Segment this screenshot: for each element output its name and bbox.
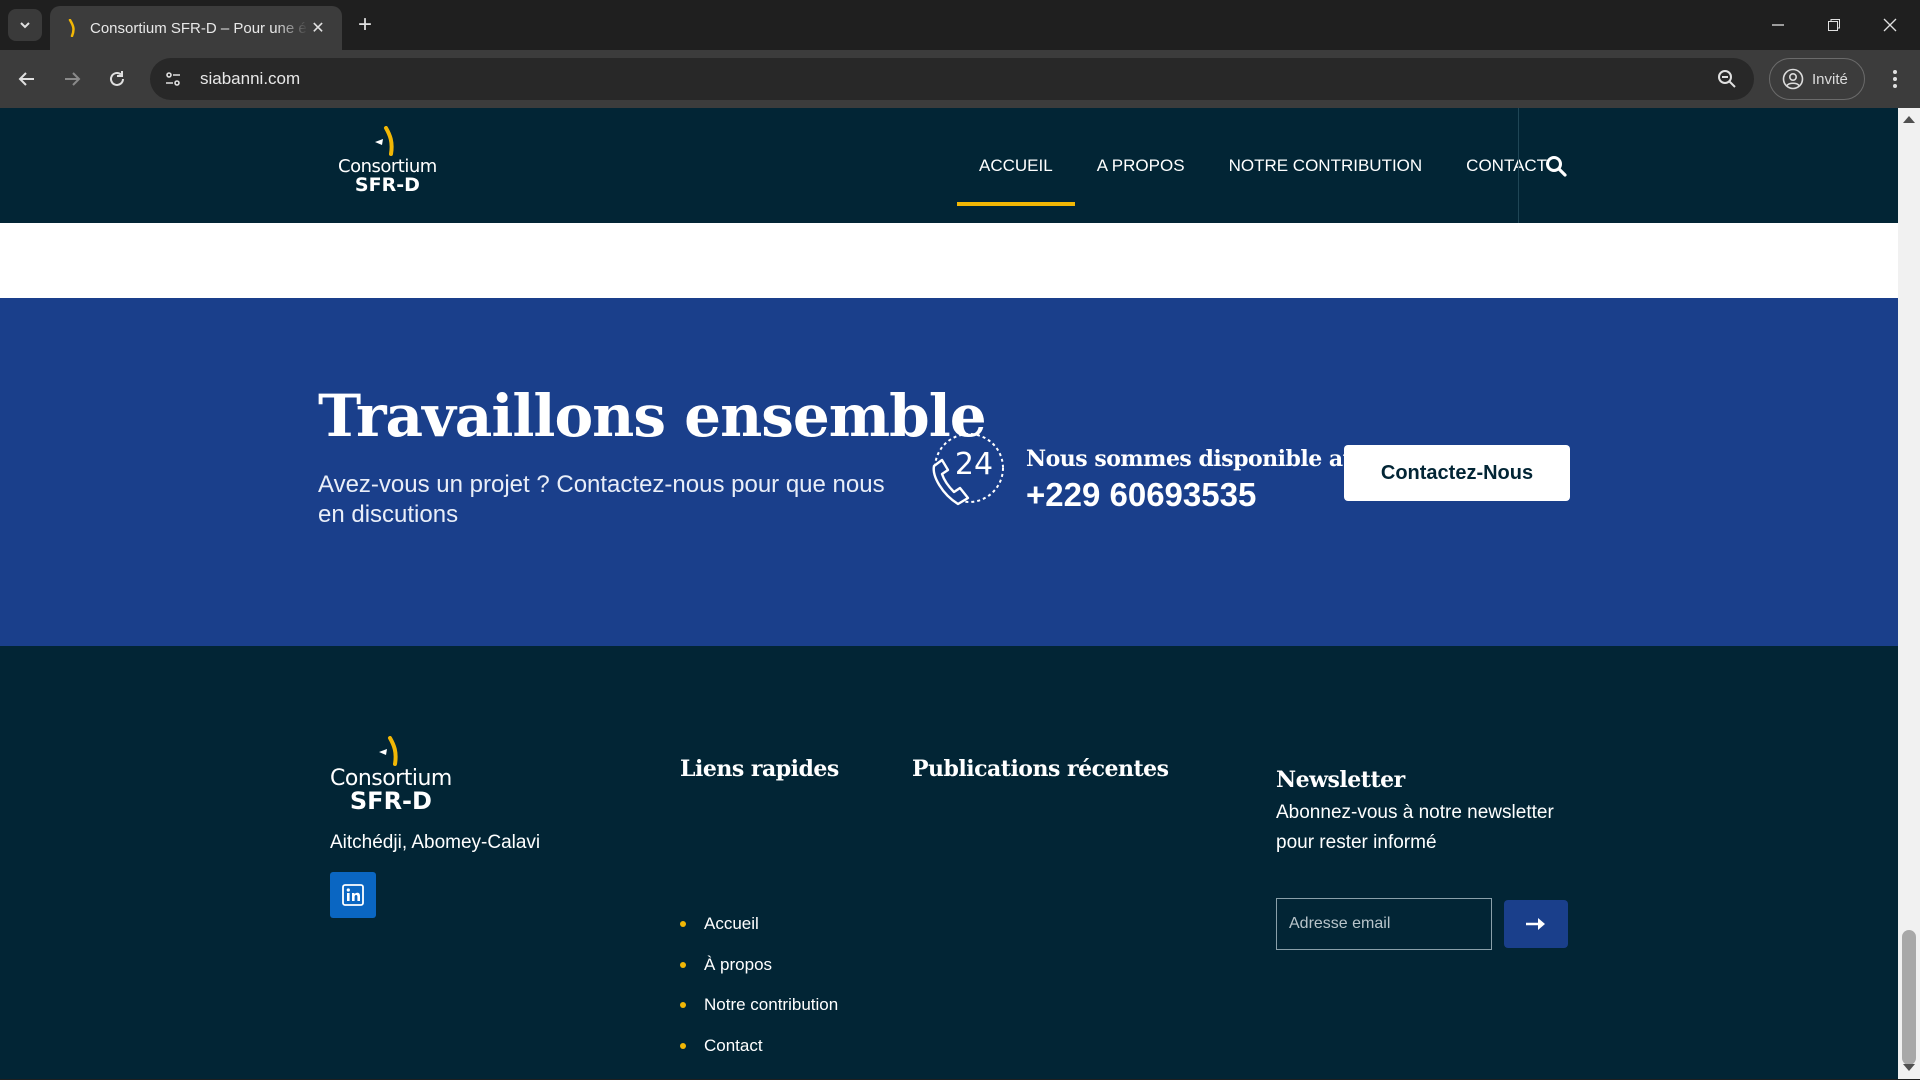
phone-24-icon: 24 [932,433,1004,506]
cta-phone-number[interactable]: +229 60693535 [1026,476,1256,514]
restore-icon [1828,19,1840,31]
minimize-button[interactable] [1750,0,1806,50]
new-tab-button[interactable]: + [352,12,378,38]
site-info-icon [166,72,180,86]
quick-link-label[interactable]: Accueil [704,914,759,934]
scroll-up-arrow-icon[interactable] [1903,116,1915,123]
chevron-down-icon [20,22,30,29]
newsletter-submit-button[interactable] [1504,900,1568,948]
close-icon [1883,18,1897,32]
scroll-down-arrow-icon[interactable] [1903,1064,1915,1071]
page-viewport: Consortium SFR-D ACCUEIL A PROPOS NOTRE … [0,108,1898,1079]
linkedin-button[interactable] [330,872,376,918]
site-header: Consortium SFR-D ACCUEIL A PROPOS NOTRE … [0,108,1898,223]
site-search-button[interactable] [1528,146,1584,186]
scrollbar-thumb[interactable] [1902,930,1916,1065]
browser-toolbar: siabanni.com Invité [0,50,1920,108]
cta-title: Travaillons ensemble [318,382,987,450]
bullet [680,961,686,968]
browser-tab-bar: Consortium SFR-D – Pour une é ✕ + [0,0,1920,50]
newsletter-email-input[interactable] [1276,898,1492,950]
cta-text: Avez-vous un projet ? Contactez-nous pou… [318,471,885,528]
search-icon [1546,156,1567,177]
bullet [680,1002,686,1009]
quick-link-accueil[interactable]: Accueil [680,904,838,945]
recent-posts-title: Publications récentes [912,756,1169,782]
site-info-button[interactable] [156,62,190,96]
browser-menu-button[interactable] [1878,62,1912,96]
zoom-icon [1718,70,1736,88]
tab-title: Consortium SFR-D – Pour une é [90,19,307,37]
close-window-button[interactable] [1862,0,1918,50]
minimize-icon [1772,24,1784,26]
quick-links-list: Accueil À propos Notre contribution Cont… [680,904,838,1066]
browser-tab[interactable]: Consortium SFR-D – Pour une é ✕ [50,6,342,50]
profile-icon [1782,68,1804,90]
newsletter-text: Abonnez-vous à notre newsletter pour res… [1276,802,1554,853]
phone-icon-label: 24 [955,447,993,482]
newsletter-title: Newsletter [1276,767,1405,793]
footer-address: Aitchédji, Abomey-Calavi [330,832,541,853]
nav-item-accueil[interactable]: ACCUEIL [957,108,1075,223]
nav-item-a-propos[interactable]: A PROPOS [1075,108,1207,223]
quick-link-label[interactable]: Notre contribution [704,995,838,1015]
page-scrollbar[interactable] [1898,108,1920,1079]
logo-mark-icon [375,126,395,156]
quick-link-label[interactable]: À propos [704,955,772,975]
quick-link-contact[interactable]: Contact [680,1026,838,1067]
forward-button[interactable] [55,62,89,96]
contact-us-button[interactable]: Contactez-Nous [1344,445,1570,501]
forward-icon [65,72,81,86]
arrow-right-icon [1526,918,1545,930]
site-footer: Consortium SFR-D Aitchédji, Abomey-Calav… [0,646,1898,1079]
cta-availability: Nous sommes disponible au [1026,446,1359,472]
zoom-button[interactable] [1710,62,1744,96]
site-logo[interactable]: Consortium SFR-D [338,126,437,196]
favicon-icon [68,19,75,37]
quick-links-title: Liens rapides [680,756,839,782]
footer-logo[interactable]: Consortium SFR-D [330,736,452,815]
restore-button[interactable] [1806,0,1862,50]
close-tab-icon[interactable]: ✕ [308,18,328,38]
reload-button[interactable] [100,62,134,96]
address-bar[interactable]: siabanni.com [150,58,1754,100]
quick-link-label[interactable]: Contact [704,1036,763,1056]
bullet [680,921,686,928]
menu-icon [1893,70,1897,88]
quick-link-notre-contribution[interactable]: Notre contribution [680,985,838,1026]
profile-label: Invité [1812,70,1848,88]
logo-text-line2: SFR-D [354,174,420,196]
bullet [680,1042,686,1049]
nav-divider [1518,108,1519,223]
back-button[interactable] [10,62,44,96]
reload-icon [110,71,124,86]
nav-item-notre-contribution[interactable]: NOTRE CONTRIBUTION [1207,108,1445,223]
footer-logo-text-line2: SFR-D [349,787,432,815]
profile-button[interactable]: Invité [1769,58,1865,100]
cta-section: Travaillons ensemble Avez-vous un projet… [0,298,1898,646]
linkedin-icon [342,884,364,906]
quick-link-a-propos[interactable]: À propos [680,945,838,986]
main-nav: ACCUEIL A PROPOS NOTRE CONTRIBUTION CONT… [957,108,1569,223]
back-icon [18,72,34,86]
footer-logo-mark-icon [378,736,398,766]
tab-search-button[interactable] [8,9,42,41]
url-text: siabanni.com [200,69,301,88]
